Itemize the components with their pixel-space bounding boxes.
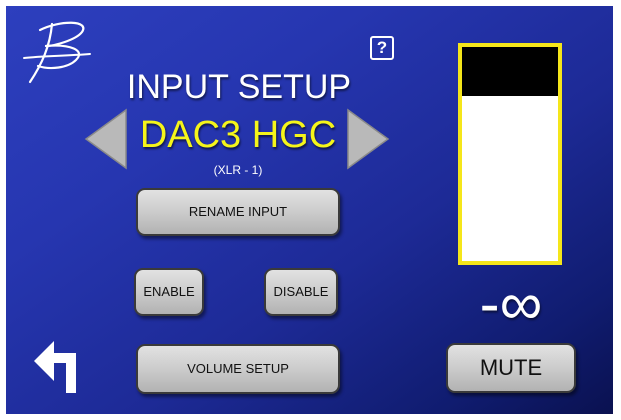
volume-level-readout: -∞ <box>479 270 543 337</box>
page-title: INPUT SETUP <box>126 68 352 106</box>
mute-button[interactable]: MUTE <box>446 343 576 393</box>
meter-peak-bar <box>462 47 558 97</box>
next-input-button[interactable] <box>346 106 392 172</box>
enable-button[interactable]: ENABLE <box>134 268 204 316</box>
input-name: DAC3 HGC <box>139 114 337 156</box>
previous-input-button[interactable] <box>82 106 128 172</box>
left-triangle-icon <box>84 108 127 170</box>
back-arrow-icon <box>34 341 76 393</box>
right-triangle-icon <box>347 108 390 170</box>
question-mark-icon: ? <box>376 38 388 57</box>
volume-setup-button[interactable]: VOLUME SETUP <box>136 344 340 394</box>
help-button[interactable]: ? <box>370 36 394 60</box>
rename-input-button[interactable]: RENAME INPUT <box>136 188 340 236</box>
signature-logo-icon <box>23 21 91 84</box>
back-button[interactable] <box>32 339 84 395</box>
level-meter <box>458 43 562 265</box>
input-connection-label: (XLR - 1) <box>213 163 263 177</box>
disable-button[interactable]: DISABLE <box>264 268 338 316</box>
input-setup-screen: ? INPUT SETUP DAC3 HGC (XLR - 1) RENAME … <box>6 6 613 414</box>
